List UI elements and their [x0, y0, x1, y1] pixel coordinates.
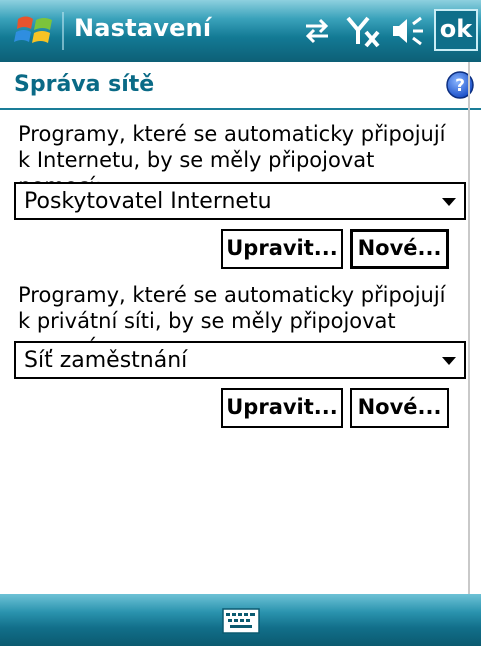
connectivity-icon[interactable]: [300, 14, 334, 48]
page-header: Správa sítě ?: [0, 62, 481, 110]
content-right-border: [468, 62, 470, 594]
page-title: Správa sítě: [14, 72, 155, 97]
keyboard-icon[interactable]: [222, 608, 260, 634]
dropdown-arrow-icon: [442, 198, 456, 206]
help-icon[interactable]: ?: [445, 70, 475, 100]
title-bar: Nastavení ok: [0, 0, 481, 62]
private-connection-dropdown[interactable]: Síť zaměstnání: [14, 341, 466, 379]
signal-off-icon[interactable]: [346, 14, 382, 48]
private-connection-value: Síť zaměstnání: [24, 348, 188, 373]
app-title: Nastavení: [74, 14, 212, 42]
dropdown-arrow-icon: [442, 357, 456, 365]
internet-connection-value: Poskytovatel Internetu: [24, 189, 272, 214]
private-new-button[interactable]: Nové...: [350, 388, 449, 428]
internet-edit-button[interactable]: Upravit...: [221, 229, 343, 269]
bottom-bar: [0, 594, 481, 646]
svg-text:?: ?: [455, 76, 465, 96]
private-edit-button[interactable]: Upravit...: [221, 388, 343, 428]
internet-new-button[interactable]: Nové...: [350, 229, 449, 269]
volume-icon[interactable]: [391, 14, 427, 48]
title-separator: [62, 12, 64, 50]
internet-connection-dropdown[interactable]: Poskytovatel Internetu: [14, 182, 466, 220]
ok-button[interactable]: ok: [434, 9, 478, 51]
windows-start-icon[interactable]: [14, 10, 56, 52]
